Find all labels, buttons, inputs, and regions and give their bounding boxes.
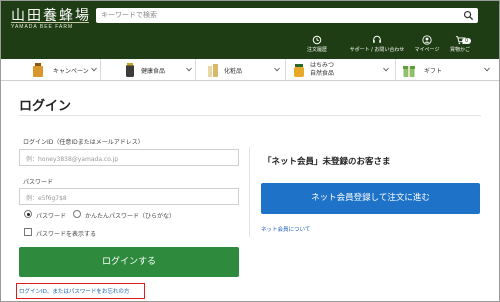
support-link[interactable]: サポート / お問い合わせ (339, 35, 415, 53)
category-label: 健康食品 (141, 68, 166, 75)
page-frame: 山田養蜂場 YAMADA BEE FARM キーワードで検索 注文履歴 サポート (0, 0, 500, 302)
support-label: サポート / お問い合わせ (349, 47, 405, 53)
login-id-label: ログインID（任意IDまたはメールアドレス） (23, 139, 144, 146)
password-placeholder: 例：e5f6g7$8 (26, 195, 67, 202)
campaign-product-icon (33, 63, 43, 77)
page-title: ログイン (19, 99, 72, 114)
column-divider (249, 147, 250, 237)
password-label: パスワード (23, 179, 54, 186)
category-gift[interactable]: ギフト (396, 59, 499, 81)
search-icon[interactable] (463, 10, 474, 21)
forgot-credentials-link[interactable]: ログインID、またはパスワードをお忘れの方 (19, 287, 129, 295)
health-food-product-icon (126, 63, 134, 77)
chevron-down-icon (484, 67, 490, 72)
user-icon (422, 35, 432, 45)
category-label-line1: はちみつ (310, 62, 335, 69)
easy-password-radio-label[interactable]: かんたんパスワード（ひらがな） (85, 211, 175, 220)
mypage-label: マイページ (414, 47, 440, 53)
search-input[interactable]: キーワードで検索 (101, 10, 157, 20)
category-label: ギフト (424, 68, 443, 75)
show-password-checkbox[interactable] (24, 228, 32, 236)
category-campaign[interactable]: キャンペーン (1, 59, 101, 81)
category-nav: キャンペーン 健康食品 化粧品 はちみつ 自然食品 ギフト (1, 59, 499, 81)
chevron-down-icon (91, 67, 97, 72)
cart-label: 買物かご (449, 47, 470, 53)
category-health-food[interactable]: 健康食品 (101, 59, 196, 81)
gift-icon (403, 66, 415, 77)
category-honey-natural-food[interactable]: はちみつ 自然食品 (286, 59, 396, 81)
category-label-line2: 自然食品 (310, 70, 335, 77)
cart-count-badge: 0 (462, 38, 472, 44)
chevron-down-icon (274, 67, 280, 72)
about-membership-link[interactable]: ネット会員について (261, 225, 310, 233)
site-logo-subtitle: YAMADA BEE FARM (11, 24, 74, 30)
category-cosmetics[interactable]: 化粧品 (196, 59, 286, 81)
title-divider (19, 115, 481, 116)
register-title: 「ネット会員」未登録のお客さま (263, 157, 391, 167)
history-icon (312, 35, 322, 45)
password-field[interactable]: 例：e5f6g7$8 (19, 188, 239, 205)
order-history-label: 注文履歴 (306, 47, 327, 53)
password-radio[interactable] (24, 210, 32, 218)
cosmetics-product-icon (208, 64, 218, 77)
search-bar[interactable]: キーワードで検索 (96, 8, 478, 23)
order-history-link[interactable]: 注文履歴 (299, 35, 335, 53)
register-button[interactable]: ネット会員登録して注文に進む (261, 183, 480, 214)
chevron-down-icon (383, 67, 389, 72)
login-button[interactable]: ログインする (19, 247, 239, 277)
password-radio-label[interactable]: パスワード (36, 211, 66, 220)
support-icon (373, 35, 381, 43)
category-label: はちみつ 自然食品 (310, 62, 334, 78)
category-label: 化粧品 (224, 68, 243, 75)
login-id-field[interactable]: 例：honey3838@yamada.co.jp (19, 149, 239, 166)
site-header: 山田養蜂場 YAMADA BEE FARM キーワードで検索 注文履歴 サポート (1, 1, 499, 59)
show-password-label[interactable]: パスワードを表示する (36, 229, 96, 238)
easy-password-radio[interactable] (73, 210, 81, 218)
logo-divider (11, 22, 89, 23)
mypage-link[interactable]: マイページ (413, 35, 441, 53)
login-id-placeholder: 例：honey3838@yamada.co.jp (26, 156, 119, 163)
honey-jar-icon (294, 64, 304, 77)
chevron-down-icon (186, 67, 192, 72)
category-label: キャンペーン (53, 68, 89, 75)
